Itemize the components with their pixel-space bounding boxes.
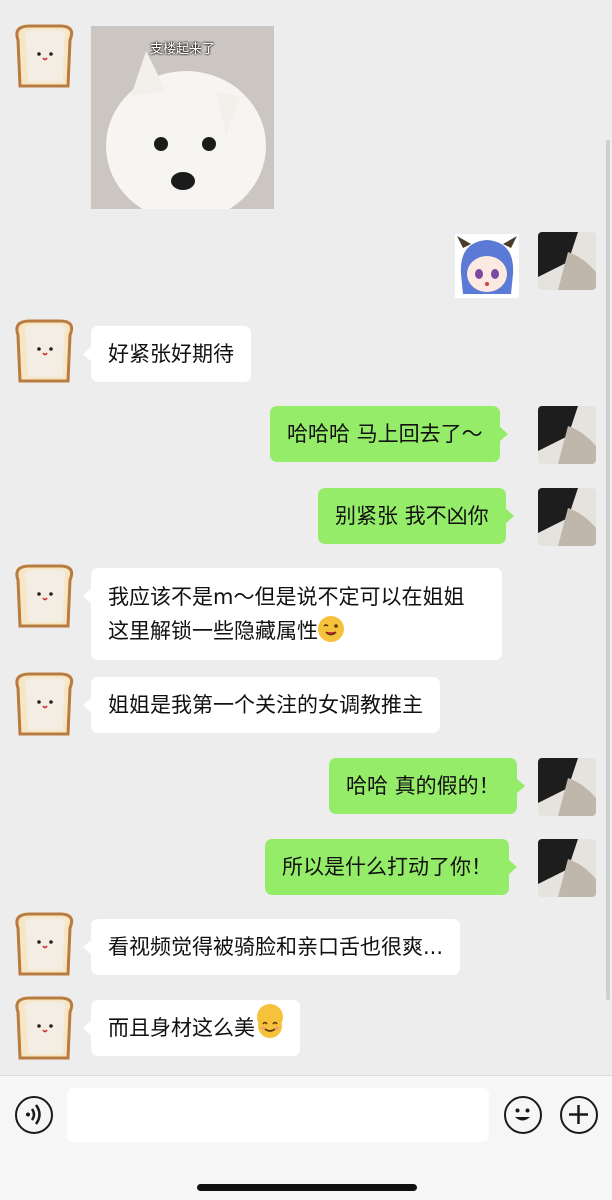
message-bubble-incoming[interactable]: 我应该不是m～但是说不定可以在姐姐这里解锁一些隐藏属性: [83, 568, 502, 660]
input-bar: [0, 1075, 612, 1200]
smiling-closed-eyes-emoji: [257, 1004, 283, 1038]
samoyed-puppy-sticker[interactable]: 支楼起来了: [91, 26, 274, 209]
message-bubble-incoming[interactable]: 而且身材这么美: [83, 1000, 300, 1056]
winking-tongue-emoji: [318, 616, 344, 642]
dark-photo-avatar[interactable]: [538, 839, 596, 897]
message-row: 所以是什么打动了你！: [0, 831, 612, 906]
toast-bread-avatar[interactable]: [8, 670, 78, 740]
message-bubble-incoming[interactable]: 姐姐是我第一个关注的女调教推主: [83, 677, 440, 733]
message-text: 而且身材这么美: [108, 1016, 255, 1040]
message-bubble-outgoing[interactable]: 所以是什么打动了你！: [265, 839, 517, 895]
dark-photo-avatar[interactable]: [538, 406, 596, 464]
message-row: 别紧张 我不凶你: [0, 480, 612, 555]
voice-button[interactable]: [15, 1096, 53, 1134]
message-row: 哈哈 真的假的！: [0, 750, 612, 825]
toast-bread-avatar[interactable]: [8, 317, 78, 387]
message-text: 我应该不是m～但是说不定可以在姐姐这里解锁一些隐藏属性: [108, 585, 465, 643]
toast-bread-avatar[interactable]: [8, 994, 78, 1064]
sticker-caption: 支楼起来了: [149, 42, 215, 57]
message-row: 我应该不是m～但是说不定可以在姐姐这里解锁一些隐藏属性: [0, 560, 612, 660]
dark-photo-avatar[interactable]: [538, 758, 596, 816]
message-row: 看视频觉得被骑脸和亲口舌也很爽...: [0, 908, 612, 988]
home-indicator: [197, 1184, 417, 1191]
dark-photo-avatar[interactable]: [538, 232, 596, 290]
message-bubble-incoming[interactable]: 好紧张好期待: [83, 326, 251, 382]
plus-icon: [569, 1105, 588, 1124]
message-input[interactable]: [67, 1088, 489, 1142]
dark-photo-avatar[interactable]: [538, 488, 596, 546]
toast-bread-avatar[interactable]: [8, 910, 78, 980]
chat-area[interactable]: 支楼起来了 好紧张好期待 哈哈哈 马上回去了～ 别紧张 我不凶你 我应该不是m～…: [0, 0, 612, 1075]
message-row: [0, 225, 612, 305]
message-row: 而且身材这么美: [0, 992, 612, 1072]
toast-bread-avatar[interactable]: [8, 562, 78, 632]
message-bubble-incoming[interactable]: 看视频觉得被骑脸和亲口舌也很爽...: [82, 919, 461, 975]
voice-icon: [26, 1104, 41, 1125]
anime-girl-sticker[interactable]: [455, 234, 519, 298]
plus-button[interactable]: [560, 1096, 598, 1134]
message-bubble-outgoing[interactable]: 别紧张 我不凶你: [318, 488, 514, 544]
message-bubble-outgoing[interactable]: 哈哈哈 马上回去了～: [270, 406, 508, 462]
message-row: 哈哈哈 马上回去了～: [0, 398, 612, 473]
message-bubble-outgoing[interactable]: 哈哈 真的假的！: [329, 758, 525, 814]
message-row: 姐姐是我第一个关注的女调教推主: [0, 668, 612, 743]
message-row: 支楼起来了: [0, 0, 612, 220]
emoji-button[interactable]: [504, 1096, 542, 1134]
toast-bread-avatar[interactable]: [8, 22, 78, 92]
message-row: 好紧张好期待: [0, 315, 612, 390]
emoji-icon: [515, 1108, 530, 1121]
